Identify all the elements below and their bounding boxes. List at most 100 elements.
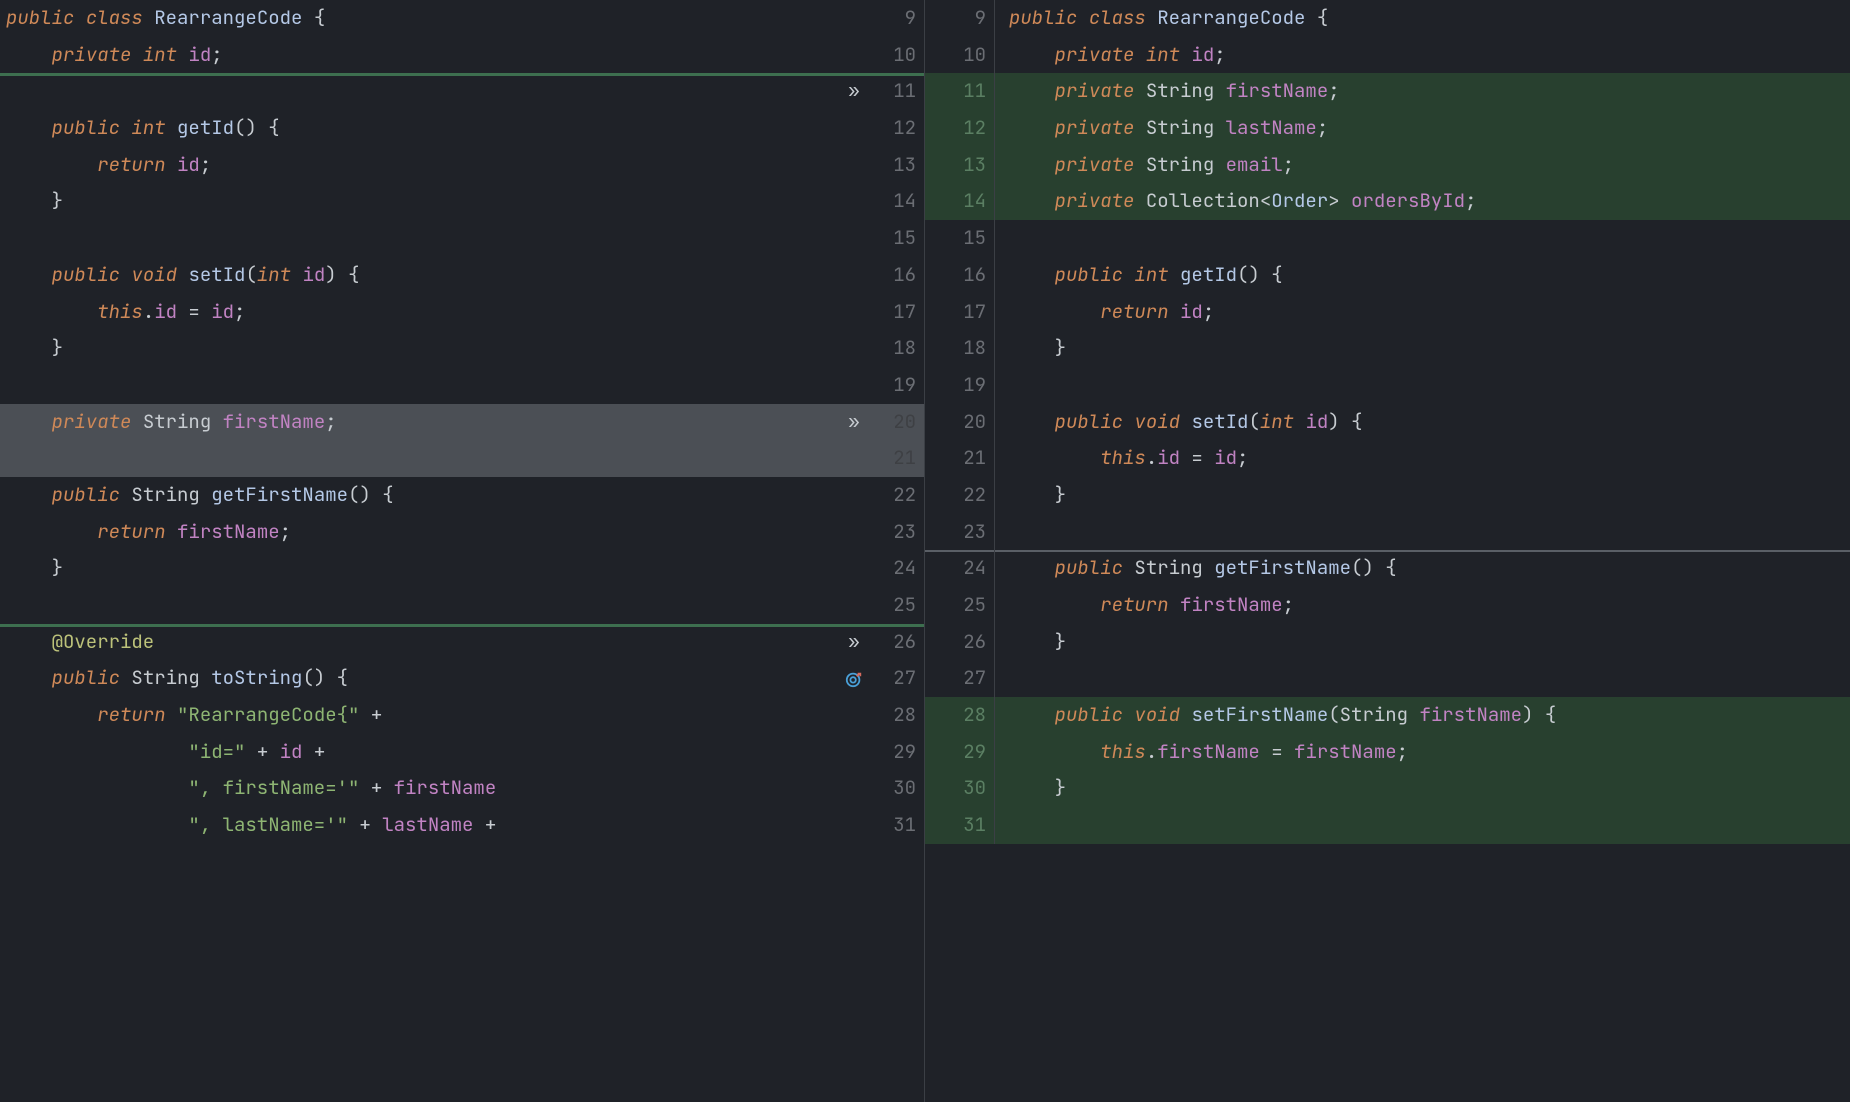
- code-line-right[interactable]: 21 this.id = id;: [925, 440, 1850, 477]
- code-line-right[interactable]: 16 public int getId() {: [925, 257, 1850, 294]
- line-number-left[interactable]: 12: [868, 110, 924, 147]
- line-number-right[interactable]: 29: [925, 734, 995, 771]
- line-number-left[interactable]: 21: [868, 440, 924, 477]
- code-line-right[interactable]: 22 }: [925, 477, 1850, 514]
- line-number-left[interactable]: 11: [868, 73, 924, 110]
- code-line-left[interactable]: @Override»26: [0, 624, 924, 661]
- code-line-right[interactable]: 28 public void setFirstName(String first…: [925, 697, 1850, 734]
- line-number-right[interactable]: 14: [925, 183, 995, 220]
- code-line-left[interactable]: 21: [0, 440, 924, 477]
- line-number-right[interactable]: 13: [925, 147, 995, 184]
- line-number-right[interactable]: 11: [925, 73, 995, 110]
- chevron-right-icon[interactable]: »: [840, 73, 868, 110]
- line-number-left[interactable]: 27: [868, 660, 924, 697]
- line-number-right[interactable]: 20: [925, 404, 995, 441]
- line-number-left[interactable]: 28: [868, 697, 924, 734]
- line-number-right[interactable]: 26: [925, 624, 995, 661]
- code-line-left[interactable]: } 18: [0, 330, 924, 367]
- line-number-left[interactable]: 24: [868, 550, 924, 587]
- line-number-right[interactable]: 17: [925, 294, 995, 331]
- line-number-left[interactable]: 30: [868, 770, 924, 807]
- code-line-right[interactable]: 13 private String email;: [925, 147, 1850, 184]
- code-line-right[interactable]: 27: [925, 660, 1850, 697]
- code-line-right[interactable]: 17 return id;: [925, 294, 1850, 331]
- code-line-right[interactable]: 26 }: [925, 624, 1850, 661]
- code-line-left[interactable]: return "RearrangeCode{" +28: [0, 697, 924, 734]
- code-line-right[interactable]: 24 public String getFirstName() {: [925, 550, 1850, 587]
- run-target-icon[interactable]: [840, 660, 868, 697]
- code-line-left[interactable]: ", lastName='" + lastName +31: [0, 807, 924, 844]
- diff-right-pane[interactable]: 9public class RearrangeCode {10 private …: [925, 0, 1850, 1102]
- line-number-right[interactable]: 21: [925, 440, 995, 477]
- code-line-left[interactable]: "id=" + id +29: [0, 734, 924, 771]
- line-number-left[interactable]: 20: [868, 404, 924, 441]
- code-line-left[interactable]: ", firstName='" + firstName30: [0, 770, 924, 807]
- code-line-left[interactable]: private String firstName;»20: [0, 404, 924, 441]
- code-line-right[interactable]: 19: [925, 367, 1850, 404]
- code-line-left[interactable]: }24: [0, 550, 924, 587]
- line-number-right[interactable]: 23: [925, 514, 995, 551]
- code-line-left[interactable]: }14: [0, 183, 924, 220]
- line-number-right[interactable]: 22: [925, 477, 995, 514]
- code-line-right[interactable]: 12 private String lastName;: [925, 110, 1850, 147]
- line-number-left[interactable]: 17: [868, 294, 924, 331]
- code-line-left[interactable]: public void setId(int id) {16: [0, 257, 924, 294]
- line-number-left[interactable]: 18: [868, 330, 924, 367]
- code-line-right[interactable]: 15: [925, 220, 1850, 257]
- line-number-left[interactable]: 29: [868, 734, 924, 771]
- line-number-right[interactable]: 31: [925, 807, 995, 844]
- line-number-right[interactable]: 19: [925, 367, 995, 404]
- code-line-left[interactable]: 19: [0, 367, 924, 404]
- code-line-right[interactable]: 18 }: [925, 330, 1850, 367]
- line-number-left[interactable]: 19: [868, 367, 924, 404]
- code-line-left[interactable]: return id;13: [0, 147, 924, 184]
- line-number-right[interactable]: 25: [925, 587, 995, 624]
- line-number-left[interactable]: 22: [868, 477, 924, 514]
- line-number-right[interactable]: 27: [925, 660, 995, 697]
- code-line-right[interactable]: 25 return firstName;: [925, 587, 1850, 624]
- code-line-left[interactable]: public String toString() {27: [0, 660, 924, 697]
- line-number-left[interactable]: 14: [868, 183, 924, 220]
- line-number-left[interactable]: 15: [868, 220, 924, 257]
- line-number-left[interactable]: 26: [868, 624, 924, 661]
- code-line-left[interactable]: »11: [0, 73, 924, 110]
- code-line-left[interactable]: private int id;10: [0, 37, 924, 74]
- code-line-right[interactable]: 11 private String firstName;: [925, 73, 1850, 110]
- chevron-right-icon[interactable]: »: [840, 624, 868, 661]
- line-number-right[interactable]: 28: [925, 697, 995, 734]
- line-number-left[interactable]: 23: [868, 514, 924, 551]
- line-number-right[interactable]: 15: [925, 220, 995, 257]
- line-number-right[interactable]: 10: [925, 37, 995, 74]
- line-number-left[interactable]: 31: [868, 807, 924, 844]
- line-number-left[interactable]: 9: [868, 0, 924, 37]
- code-text: }: [0, 330, 63, 367]
- code-line-right[interactable]: 14 private Collection<Order> ordersById;: [925, 183, 1850, 220]
- line-number-right[interactable]: 30: [925, 770, 995, 807]
- line-number-left[interactable]: 13: [868, 147, 924, 184]
- code-line-left[interactable]: this.id = id;17: [0, 294, 924, 331]
- line-number-right[interactable]: 24: [925, 550, 995, 587]
- line-number-left[interactable]: 16: [868, 257, 924, 294]
- code-line-right[interactable]: 20 public void setId(int id) {: [925, 404, 1850, 441]
- code-line-left[interactable]: 25: [0, 587, 924, 624]
- line-number-left[interactable]: 10: [868, 37, 924, 74]
- chevron-right-icon[interactable]: »: [840, 404, 868, 441]
- line-number-right[interactable]: 18: [925, 330, 995, 367]
- code-line-right[interactable]: 10 private int id;: [925, 37, 1850, 74]
- diff-left-pane[interactable]: public class RearrangeCode {9 private in…: [0, 0, 925, 1102]
- code-line-left[interactable]: public class RearrangeCode {9: [0, 0, 924, 37]
- code-line-left[interactable]: 15: [0, 220, 924, 257]
- code-line-left[interactable]: return firstName;23: [0, 514, 924, 551]
- code-line-left[interactable]: public String getFirstName() {22: [0, 477, 924, 514]
- line-number-left[interactable]: 25: [868, 587, 924, 624]
- code-line-right[interactable]: 9public class RearrangeCode {: [925, 0, 1850, 37]
- code-line-right[interactable]: 23: [925, 514, 1850, 551]
- code-text: private String email;: [1009, 147, 1294, 184]
- code-line-right[interactable]: 29 this.firstName = firstName;: [925, 734, 1850, 771]
- line-number-right[interactable]: 16: [925, 257, 995, 294]
- code-line-right[interactable]: 31: [925, 807, 1850, 844]
- line-number-right[interactable]: 9: [925, 0, 995, 37]
- code-line-right[interactable]: 30 }: [925, 770, 1850, 807]
- line-number-right[interactable]: 12: [925, 110, 995, 147]
- code-line-left[interactable]: public int getId() {12: [0, 110, 924, 147]
